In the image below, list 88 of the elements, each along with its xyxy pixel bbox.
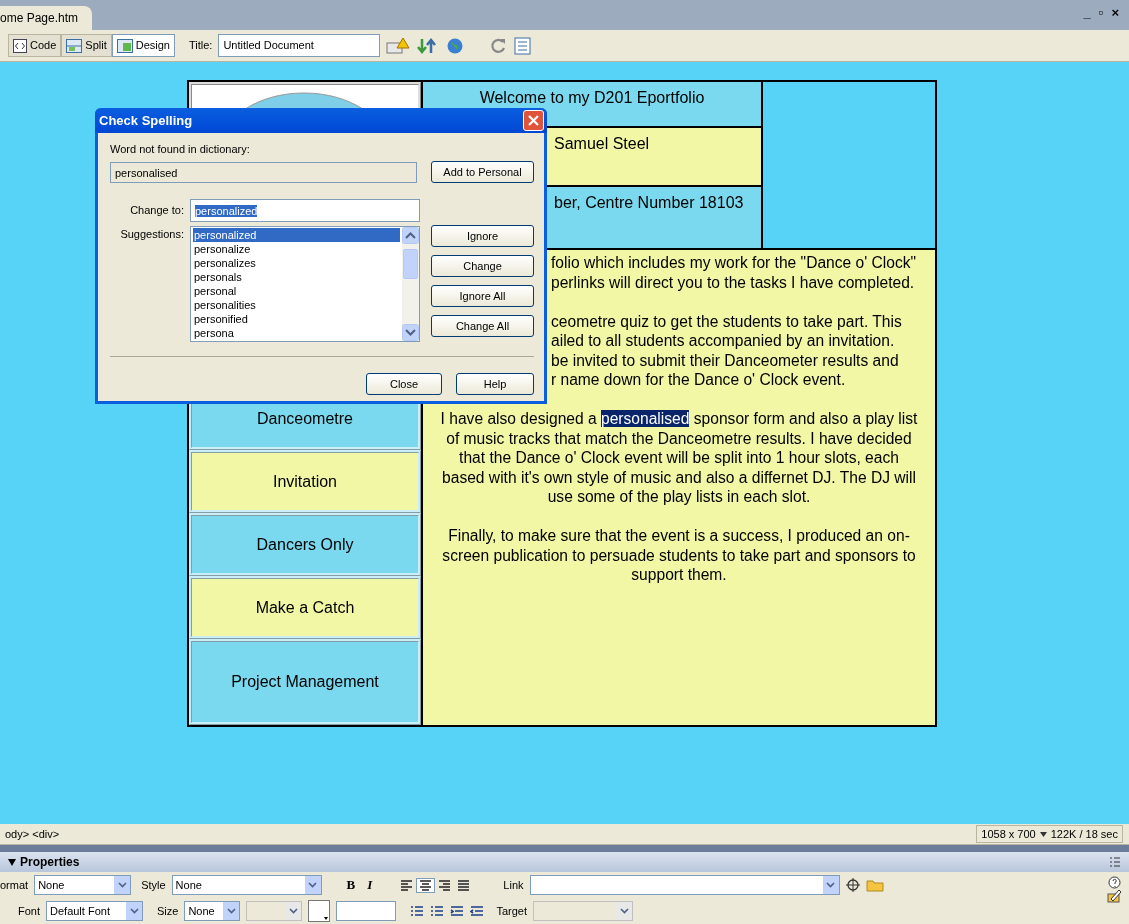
suggestion-item[interactable]: personalizes bbox=[193, 256, 400, 270]
paragraph-line: ceometre quiz to get the students to take part. This bbox=[551, 312, 902, 330]
align-center-button[interactable] bbox=[416, 877, 436, 893]
paragraph-line: Finally, to make sure that the event is a success, I produced an on- bbox=[448, 527, 910, 544]
title-label: Title: bbox=[188, 38, 213, 54]
paragraph-line: folio which includes my work for the "Dance o' Clock" bbox=[551, 254, 917, 271]
close-icon[interactable] bbox=[528, 114, 539, 126]
dialog-button[interactable]: Ignore bbox=[431, 225, 534, 247]
nav-link[interactable]: Dancers Only bbox=[256, 532, 354, 557]
dialog-button[interactable]: Change bbox=[431, 255, 534, 277]
font-select[interactable]: Default Font bbox=[46, 901, 143, 921]
color-field[interactable] bbox=[336, 901, 397, 921]
suggestion-item[interactable]: personified bbox=[193, 312, 400, 326]
scroll-down-button[interactable] bbox=[402, 324, 419, 341]
view-tab[interactable]: Design bbox=[111, 34, 175, 57]
paragraph-line: perlinks will direct you to the tasks I have completed. bbox=[551, 273, 915, 291]
paragraph-line: I have also designed a personalised sponsor form and also a play list bbox=[440, 410, 918, 427]
format-select[interactable]: None bbox=[34, 875, 132, 895]
view-tab[interactable]: Split bbox=[61, 34, 112, 57]
view-tab[interactable]: Code bbox=[8, 34, 62, 57]
add-to-personal-button[interactable]: Add to Personal bbox=[431, 161, 534, 183]
tag-path[interactable]: ody> <div> bbox=[5, 825, 60, 843]
minimize-button[interactable]: _ bbox=[1083, 2, 1091, 22]
header-text: Samuel Steel bbox=[553, 134, 651, 154]
close-button[interactable]: × bbox=[1111, 2, 1119, 22]
panel-title: Properties bbox=[20, 854, 80, 871]
code-view-icon bbox=[13, 38, 27, 53]
color-swatch[interactable] bbox=[308, 900, 331, 922]
header-text: Welcome to my D201 Eportfolio bbox=[478, 88, 706, 108]
header-text: ber, Centre Number 18103 bbox=[553, 193, 745, 213]
suggestion-item[interactable]: personalities bbox=[193, 298, 400, 312]
style-label: Style bbox=[141, 877, 166, 893]
paragraph-line: r name down for the Dance o' Clock event. bbox=[551, 371, 846, 388]
paragraph-line: screen publication to persuade students to take part and sponsors to bbox=[442, 546, 916, 564]
suggestion-item[interactable]: personalized bbox=[193, 228, 400, 242]
suggestion-item[interactable]: persona bbox=[193, 326, 400, 340]
scroll-up-button[interactable] bbox=[402, 227, 419, 244]
paragraph-line: of music tracks that match the Danceometre results. I have decided bbox=[446, 429, 912, 447]
options-icon[interactable] bbox=[1109, 856, 1121, 868]
format-label: ormat bbox=[0, 877, 29, 893]
style-select[interactable]: None bbox=[171, 875, 322, 895]
paragraph-line: use some of the play lists in each slot. bbox=[547, 488, 811, 505]
design-view-icon bbox=[116, 38, 133, 53]
split-view-icon bbox=[66, 38, 83, 53]
help-icon[interactable] bbox=[1107, 876, 1121, 889]
paragraph-line: that the Dance o' Clock event will be split into 1 hour slots, each bbox=[459, 449, 899, 466]
nav-link[interactable]: Invitation bbox=[272, 469, 337, 494]
field-label: Word not found in dictionary: bbox=[110, 141, 251, 157]
paragraph-line: support them. bbox=[631, 566, 727, 583]
nav-link[interactable]: Danceometre bbox=[256, 406, 353, 431]
scrollbar-thumb[interactable] bbox=[403, 249, 418, 279]
suggestions-list[interactable]: personalized personalize personalizes personals personal personalities personified persona bbox=[190, 226, 420, 342]
dropdown-caret-icon[interactable] bbox=[619, 908, 629, 914]
paragraph-line: be invited to submit their Danceometer results and bbox=[551, 351, 899, 369]
validation-warning-icon[interactable] bbox=[386, 36, 411, 55]
size-label: Size bbox=[157, 903, 179, 919]
suggestion-item[interactable]: personalize bbox=[193, 242, 400, 256]
restore-button[interactable]: ▫ bbox=[1098, 2, 1104, 22]
link-select[interactable] bbox=[529, 875, 840, 895]
dialog-button[interactable]: Help bbox=[456, 373, 534, 395]
nav-link[interactable]: Make a Catch bbox=[255, 595, 355, 620]
size-select[interactable]: None bbox=[184, 901, 241, 921]
bold-button[interactable]: B bbox=[343, 874, 359, 896]
collapse-icon[interactable] bbox=[8, 858, 16, 866]
not-found-field: personalised bbox=[110, 161, 417, 183]
field-label: Change to: bbox=[129, 203, 185, 219]
point-to-file-icon[interactable] bbox=[845, 878, 860, 892]
font-label: Font bbox=[18, 903, 40, 919]
field-label: Suggestions: bbox=[119, 227, 185, 242]
edit-icon[interactable] bbox=[1107, 889, 1121, 903]
title-field[interactable]: Untitled Document bbox=[218, 34, 381, 57]
suggestion-item[interactable]: personal bbox=[193, 284, 400, 298]
properties-header[interactable]: Properties bbox=[0, 852, 1129, 872]
paragraph-line: based with it's own style of music and also a differnet DJ. The DJ will bbox=[442, 468, 916, 486]
italic-button[interactable]: I bbox=[364, 874, 376, 896]
dialog-button[interactable]: Ignore All bbox=[431, 285, 534, 307]
nav-link[interactable]: Project Management bbox=[231, 670, 379, 694]
paragraph-line: ailed to all students accompanied by an invitation. bbox=[551, 332, 895, 349]
dialog-title: Check Spelling bbox=[99, 111, 193, 130]
dialog-button[interactable]: Change All bbox=[431, 315, 534, 337]
close-button[interactable] bbox=[523, 109, 544, 131]
target-label: Target bbox=[496, 903, 527, 919]
change-to-field[interactable]: personalized bbox=[190, 199, 420, 222]
suggestion-item[interactable]: personals bbox=[193, 270, 400, 284]
link-label: Link bbox=[503, 877, 524, 893]
dialog-button[interactable]: Close bbox=[366, 373, 442, 395]
document-tab[interactable]: ome Page.htm bbox=[0, 6, 93, 30]
dropdown-caret-icon[interactable] bbox=[288, 908, 298, 914]
